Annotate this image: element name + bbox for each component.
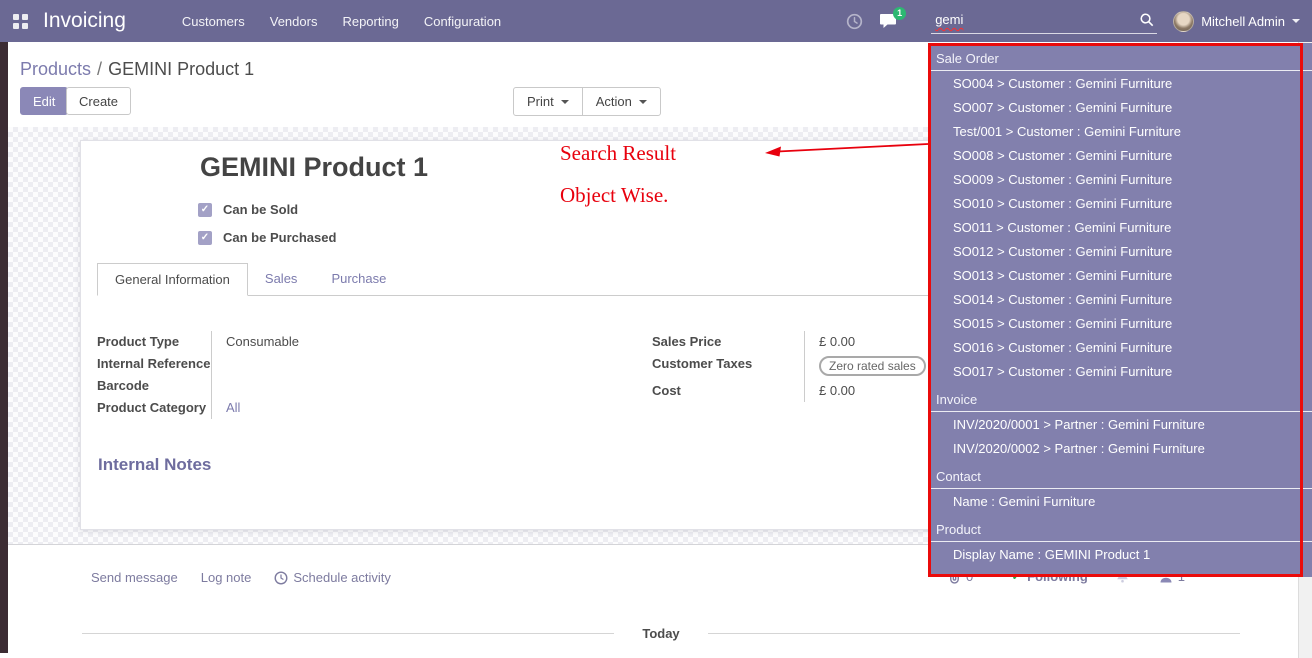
tab-purchase[interactable]: Purchase (314, 263, 403, 295)
field-value[interactable]: All (211, 397, 556, 419)
checkbox-label: Can be Purchased (223, 230, 336, 245)
today-divider: Today (82, 626, 1240, 641)
field-row: Product TypeConsumable (97, 331, 556, 353)
activities-icon[interactable] (846, 13, 863, 30)
left-edge-strip (0, 42, 8, 653)
messages-badge: 1 (893, 7, 906, 20)
checkbox-checked-icon[interactable] (198, 203, 212, 217)
tab-sales[interactable]: Sales (248, 263, 315, 295)
invoicing-app-page: Invoicing Customers Vendors Reporting Confi… (0, 0, 1312, 658)
dropdown-result-item[interactable]: INV/2020/0001 > Partner : Gemini Furnitu… (928, 413, 1312, 437)
menu-item-vendors[interactable]: Vendors (270, 14, 318, 29)
breadcrumb-current: GEMINI Product 1 (108, 59, 254, 79)
caret-down-icon[interactable] (1292, 19, 1300, 23)
log-note-link[interactable]: Log note (201, 570, 252, 585)
dropdown-result-item[interactable]: SO007 > Customer : Gemini Furniture (928, 96, 1312, 120)
dropdown-result-item[interactable]: SO010 > Customer : Gemini Furniture (928, 192, 1312, 216)
schedule-activity-link[interactable]: Schedule activity (274, 570, 391, 585)
print-button[interactable]: Print (513, 87, 583, 116)
dropdown-category-product: Product (928, 517, 1312, 542)
divider-line (708, 633, 1240, 634)
print-action-group: Print Action (513, 87, 661, 116)
checkbox-row: Can be Purchased (198, 230, 336, 245)
field-label: Internal Reference (97, 353, 211, 375)
dropdown-result-item[interactable]: SO011 > Customer : Gemini Furniture (928, 216, 1312, 240)
caret-down-icon (561, 100, 569, 104)
field-label: Barcode (97, 375, 211, 397)
dropdown-result-item[interactable]: SO008 > Customer : Gemini Furniture (928, 144, 1312, 168)
dropdown-category-invoice: Invoice (928, 387, 1312, 412)
search-results-dropdown: Sale OrderSO004 > Customer : Gemini Furn… (928, 43, 1312, 577)
caret-down-icon (639, 100, 647, 104)
field-label: Cost (652, 380, 804, 402)
dropdown-result-item[interactable]: SO013 > Customer : Gemini Furniture (928, 264, 1312, 288)
messages-icon[interactable]: 1 (879, 13, 897, 29)
action-button[interactable]: Action (582, 87, 661, 116)
breadcrumb-separator: / (91, 59, 108, 79)
field-value (211, 375, 556, 397)
menu-item-configuration[interactable]: Configuration (424, 14, 501, 29)
annotation-text: Search Result Object Wise. (560, 132, 676, 216)
today-label: Today (642, 626, 679, 641)
user-menu[interactable]: Mitchell Admin (1201, 14, 1285, 29)
breadcrumb-products-link[interactable]: Products (20, 59, 91, 79)
dropdown-result-item[interactable]: Name : Gemini Furniture (928, 490, 1312, 514)
field-label: Product Type (97, 331, 211, 353)
dropdown-result-item[interactable]: SO014 > Customer : Gemini Furniture (928, 288, 1312, 312)
field-value (211, 353, 556, 375)
annotation-line-1: Search Result (560, 132, 676, 174)
field-label: Customer Taxes (652, 353, 804, 380)
dropdown-result-item[interactable]: Display Name : GEMINI Product 1 (928, 543, 1312, 567)
field-row: Barcode (97, 375, 556, 397)
dropdown-category-contact: Contact (928, 464, 1312, 489)
dropdown-result-item[interactable]: SO012 > Customer : Gemini Furniture (928, 240, 1312, 264)
checkbox-label: Can be Sold (223, 202, 298, 217)
global-search-input[interactable]: gemi (931, 8, 1157, 34)
annotation-arrow (760, 136, 932, 162)
field-row: Internal Reference (97, 353, 556, 375)
dropdown-result-item[interactable]: SO016 > Customer : Gemini Furniture (928, 336, 1312, 360)
internal-notes-heading: Internal Notes (98, 455, 211, 475)
dropdown-result-item[interactable]: SO004 > Customer : Gemini Furniture (928, 72, 1312, 96)
tab-general-information[interactable]: General Information (97, 263, 248, 296)
navbar-right: 1 gemi Mitchell Admin (846, 0, 1312, 42)
user-avatar[interactable] (1173, 11, 1194, 32)
dropdown-category-sale-order: Sale Order (928, 46, 1312, 71)
field-label: Sales Price (652, 331, 804, 353)
dropdown-result-item[interactable]: SO017 > Customer : Gemini Furniture (928, 360, 1312, 384)
fields-group-left: Product TypeConsumableInternal Reference… (97, 331, 556, 419)
clock-icon (274, 571, 288, 585)
dropdown-result-item[interactable]: INV/2020/0002 > Partner : Gemini Furnitu… (928, 437, 1312, 461)
search-icon[interactable] (1139, 12, 1154, 27)
top-navbar: Invoicing Customers Vendors Reporting Confi… (0, 0, 1312, 42)
tax-tag-badge: Zero rated sales (819, 356, 926, 376)
app-title[interactable]: Invoicing (43, 9, 126, 33)
edit-button[interactable]: Edit (20, 87, 68, 115)
apps-menu-icon[interactable] (13, 14, 28, 29)
checkbox-row: Can be Sold (198, 202, 336, 217)
field-row: Product CategoryAll (97, 397, 556, 419)
annotation-line-2: Object Wise. (560, 174, 676, 216)
product-title: GEMINI Product 1 (200, 152, 428, 183)
breadcrumb: Products/GEMINI Product 1 (20, 59, 254, 80)
search-query-text: gemi (935, 12, 963, 27)
create-button[interactable]: Create (66, 87, 131, 115)
field-label: Product Category (97, 397, 211, 419)
field-value: Consumable (211, 331, 556, 353)
divider-line (82, 633, 614, 634)
menu-item-customers[interactable]: Customers (182, 14, 245, 29)
menu-item-reporting[interactable]: Reporting (342, 14, 398, 29)
product-checkboxes: Can be Sold Can be Purchased (198, 202, 336, 258)
dropdown-result-item[interactable]: Test/001 > Customer : Gemini Furniture (928, 120, 1312, 144)
chatter-toolbar: Send message Log note Schedule activity (91, 570, 391, 585)
main-menu: Customers Vendors Reporting Configuration (182, 14, 501, 29)
send-message-link[interactable]: Send message (91, 570, 178, 585)
dropdown-result-item[interactable]: SO015 > Customer : Gemini Furniture (928, 312, 1312, 336)
checkbox-checked-icon[interactable] (198, 231, 212, 245)
dropdown-result-item[interactable]: SO009 > Customer : Gemini Furniture (928, 168, 1312, 192)
